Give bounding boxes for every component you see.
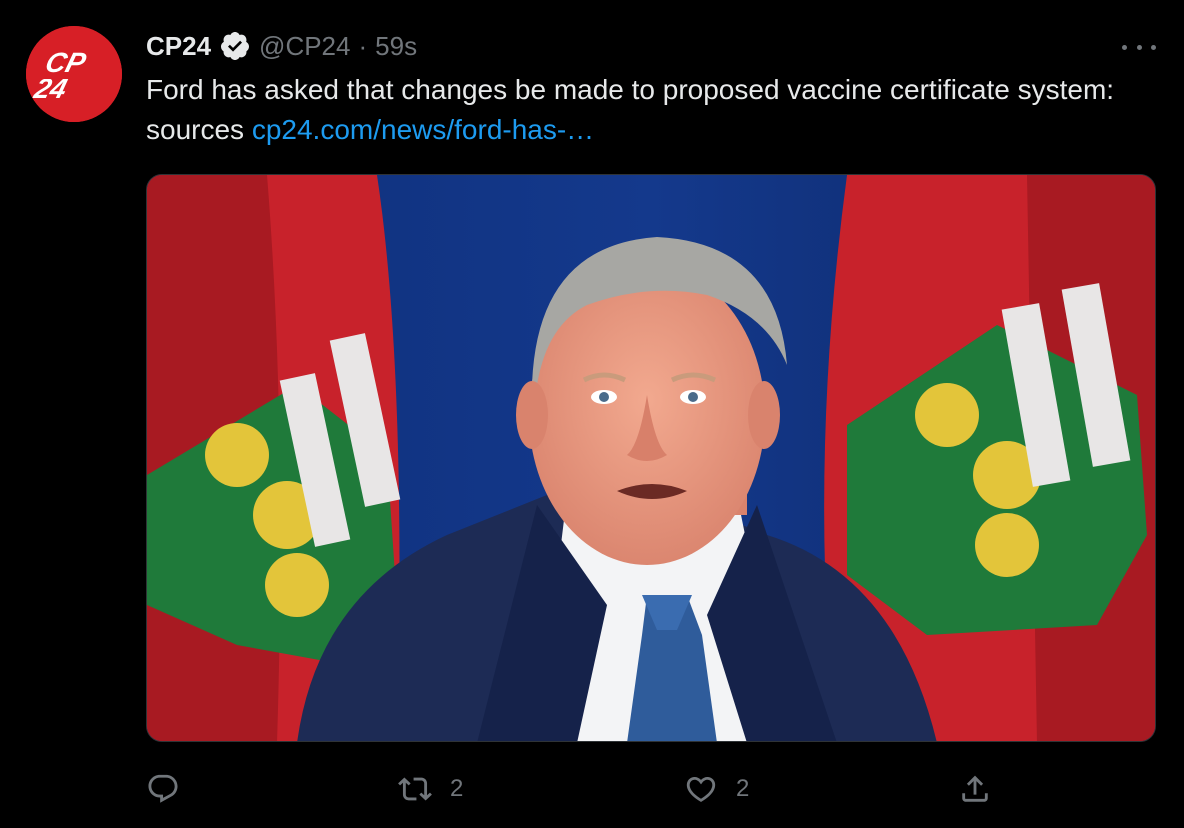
verified-badge-icon	[219, 30, 251, 62]
tweet-link[interactable]: cp24.com/news/ford-has-…	[252, 114, 594, 145]
share-button[interactable]	[958, 766, 992, 812]
tweet-actions: 2 2	[146, 766, 1156, 812]
separator-dot: ·	[358, 30, 368, 61]
retweet-count: 2	[450, 775, 464, 802]
timestamp[interactable]: 59s	[375, 31, 417, 62]
reply-button[interactable]	[146, 766, 180, 812]
more-icon[interactable]	[1122, 32, 1156, 62]
share-icon	[958, 772, 992, 806]
like-count: 2	[736, 775, 750, 802]
avatar[interactable]: CP 24	[26, 26, 122, 122]
like-button[interactable]: 2	[684, 766, 749, 812]
heart-icon	[684, 772, 718, 806]
tweet-media-photo[interactable]	[146, 174, 1156, 742]
tweet[interactable]: CP 24 CP24 @CP24 · 59s Ford has asked th…	[0, 0, 1184, 828]
user-handle[interactable]: @CP24	[259, 31, 350, 62]
tweet-header: CP24 @CP24 · 59s	[146, 28, 417, 64]
retweet-button[interactable]: 2	[398, 766, 463, 812]
display-name[interactable]: CP24	[146, 31, 211, 62]
retweet-icon	[398, 772, 432, 806]
reply-icon	[146, 772, 180, 806]
tweet-text: Ford has asked that changes be made to p…	[146, 70, 1126, 150]
